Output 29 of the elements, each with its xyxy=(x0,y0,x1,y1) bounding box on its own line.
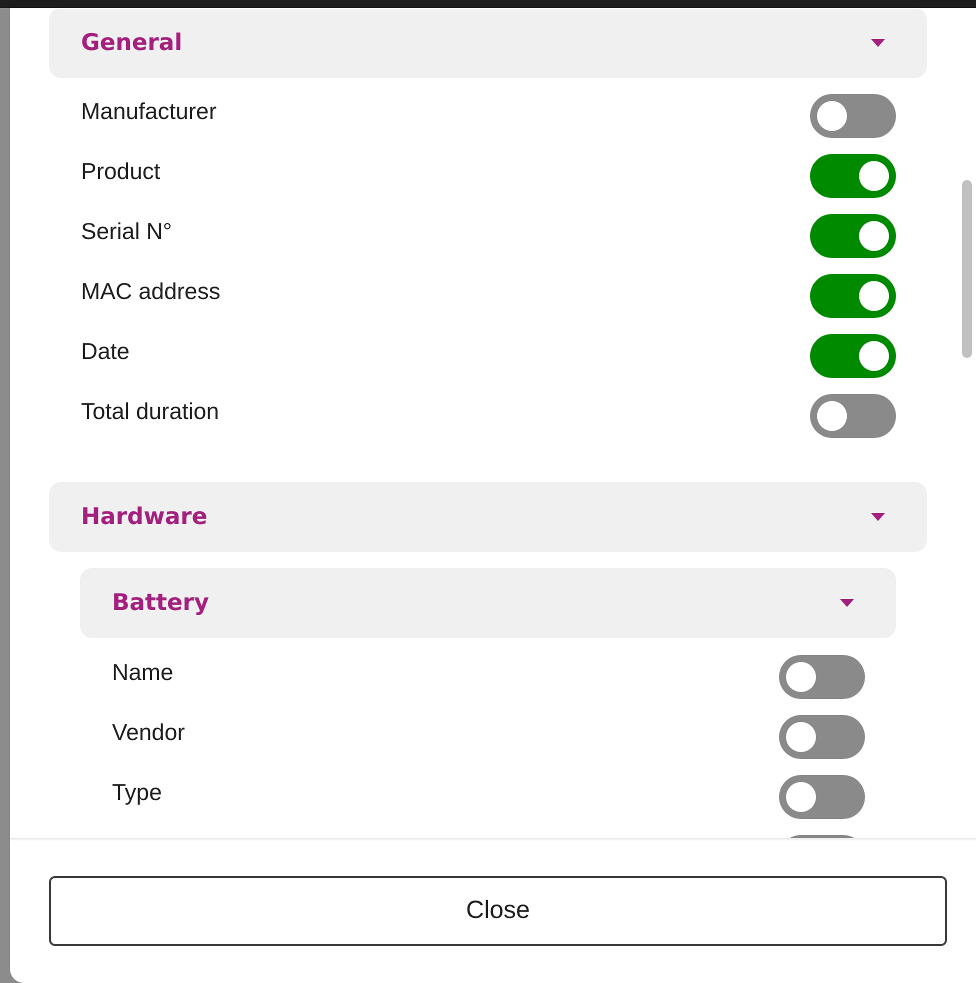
toggle-switch[interactable] xyxy=(810,94,896,138)
toggle-switch[interactable] xyxy=(810,334,896,378)
section-title: Battery xyxy=(112,588,209,618)
section-title: General xyxy=(81,28,182,58)
toggle-switch[interactable] xyxy=(810,274,896,318)
setting-label: Date xyxy=(81,336,130,366)
toggle-switch[interactable] xyxy=(810,394,896,438)
section-header[interactable]: Hardware xyxy=(49,482,927,552)
setting-label: MAC address xyxy=(81,276,220,306)
setting-label: Type xyxy=(112,778,162,807)
section-header[interactable]: Battery xyxy=(80,568,896,638)
setting-label: Total duration xyxy=(81,396,220,426)
toggle-switch[interactable] xyxy=(779,775,865,819)
close-button[interactable]: Close xyxy=(49,876,947,946)
toggle-switch[interactable] xyxy=(779,655,865,699)
toggle-switch[interactable] xyxy=(810,154,896,198)
setting-label: Vendor xyxy=(112,718,185,747)
setting-label: Name xyxy=(112,658,174,687)
scrollbar-thumb[interactable] xyxy=(962,180,972,358)
setting-label: Manufacturer xyxy=(81,96,217,126)
toggle-switch[interactable] xyxy=(810,214,896,258)
setting-label: Serial N° xyxy=(81,216,172,246)
caret-down-icon xyxy=(871,39,885,47)
section-title: Hardware xyxy=(81,502,208,532)
caret-down-icon xyxy=(871,513,885,521)
toggle-switch[interactable] xyxy=(779,715,865,759)
caret-down-icon xyxy=(840,599,854,607)
setting-label: Product xyxy=(81,156,160,186)
section-header[interactable]: General xyxy=(49,8,927,78)
